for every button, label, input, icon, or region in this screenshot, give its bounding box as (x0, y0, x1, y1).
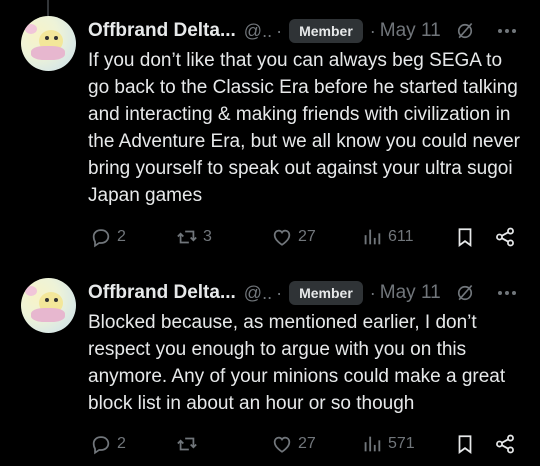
thread-connector-line (47, 0, 49, 16)
more-icon[interactable] (497, 290, 517, 296)
like-count: 27 (298, 435, 316, 452)
separator: · (276, 282, 283, 303)
repost-icon (177, 437, 197, 451)
separator: · (369, 20, 376, 41)
reply-count: 2 (117, 228, 126, 245)
member-badge[interactable]: Member (289, 19, 363, 43)
grok-icon[interactable] (455, 283, 475, 303)
bookmark-icon (458, 435, 472, 454)
repost-icon (177, 230, 197, 244)
repost-button[interactable]: 3 (176, 225, 212, 249)
grok-icon[interactable] (455, 21, 475, 41)
views-button[interactable]: 571 (361, 432, 415, 456)
post-header: Offbrand Delta... @.. · Member · May 11 (88, 18, 475, 44)
post-date[interactable]: May 11 (380, 20, 441, 42)
separator: · (369, 282, 376, 303)
share-icon (496, 227, 514, 247)
post-header: Offbrand Delta... @.. · Member · May 11 (88, 280, 475, 306)
reply-icon (92, 229, 110, 248)
views-icon (364, 436, 381, 452)
member-badge[interactable]: Member (289, 281, 363, 305)
like-button[interactable]: 27 (271, 225, 316, 249)
avatar[interactable] (21, 16, 76, 71)
like-count: 27 (298, 228, 316, 245)
views-icon (364, 229, 381, 245)
display-name[interactable]: Offbrand Delta... (88, 282, 236, 304)
action-bar: 2 27 571 (88, 432, 528, 456)
bookmark-icon (458, 228, 472, 247)
views-button[interactable]: 611 (361, 225, 414, 249)
share-button[interactable] (494, 225, 516, 249)
reply-count: 2 (117, 435, 126, 452)
separator: · (276, 20, 283, 41)
bookmark-button[interactable] (454, 225, 476, 249)
post-date[interactable]: May 11 (380, 282, 441, 304)
more-icon[interactable] (497, 28, 517, 34)
avatar[interactable] (21, 278, 76, 333)
reply-button[interactable]: 2 (90, 225, 126, 249)
like-button[interactable]: 27 (271, 432, 316, 456)
post-text: If you don’t like that you can always be… (88, 50, 520, 206)
post-text: Blocked because, as mentioned earlier, I… (88, 312, 506, 414)
display-name[interactable]: Offbrand Delta... (88, 20, 236, 42)
view-count: 611 (388, 228, 414, 245)
user-handle[interactable]: @.. (244, 21, 272, 42)
repost-button[interactable] (176, 432, 203, 456)
repost-count: 3 (203, 228, 212, 245)
user-handle[interactable]: @.. (244, 283, 272, 304)
share-icon (496, 434, 514, 454)
heart-icon (273, 436, 291, 453)
reply-button[interactable]: 2 (90, 432, 126, 456)
heart-icon (273, 229, 291, 246)
bookmark-button[interactable] (454, 432, 476, 456)
share-button[interactable] (494, 432, 516, 456)
view-count: 571 (388, 435, 415, 452)
reply-icon (92, 436, 110, 455)
action-bar: 2 3 27 611 (88, 225, 528, 249)
